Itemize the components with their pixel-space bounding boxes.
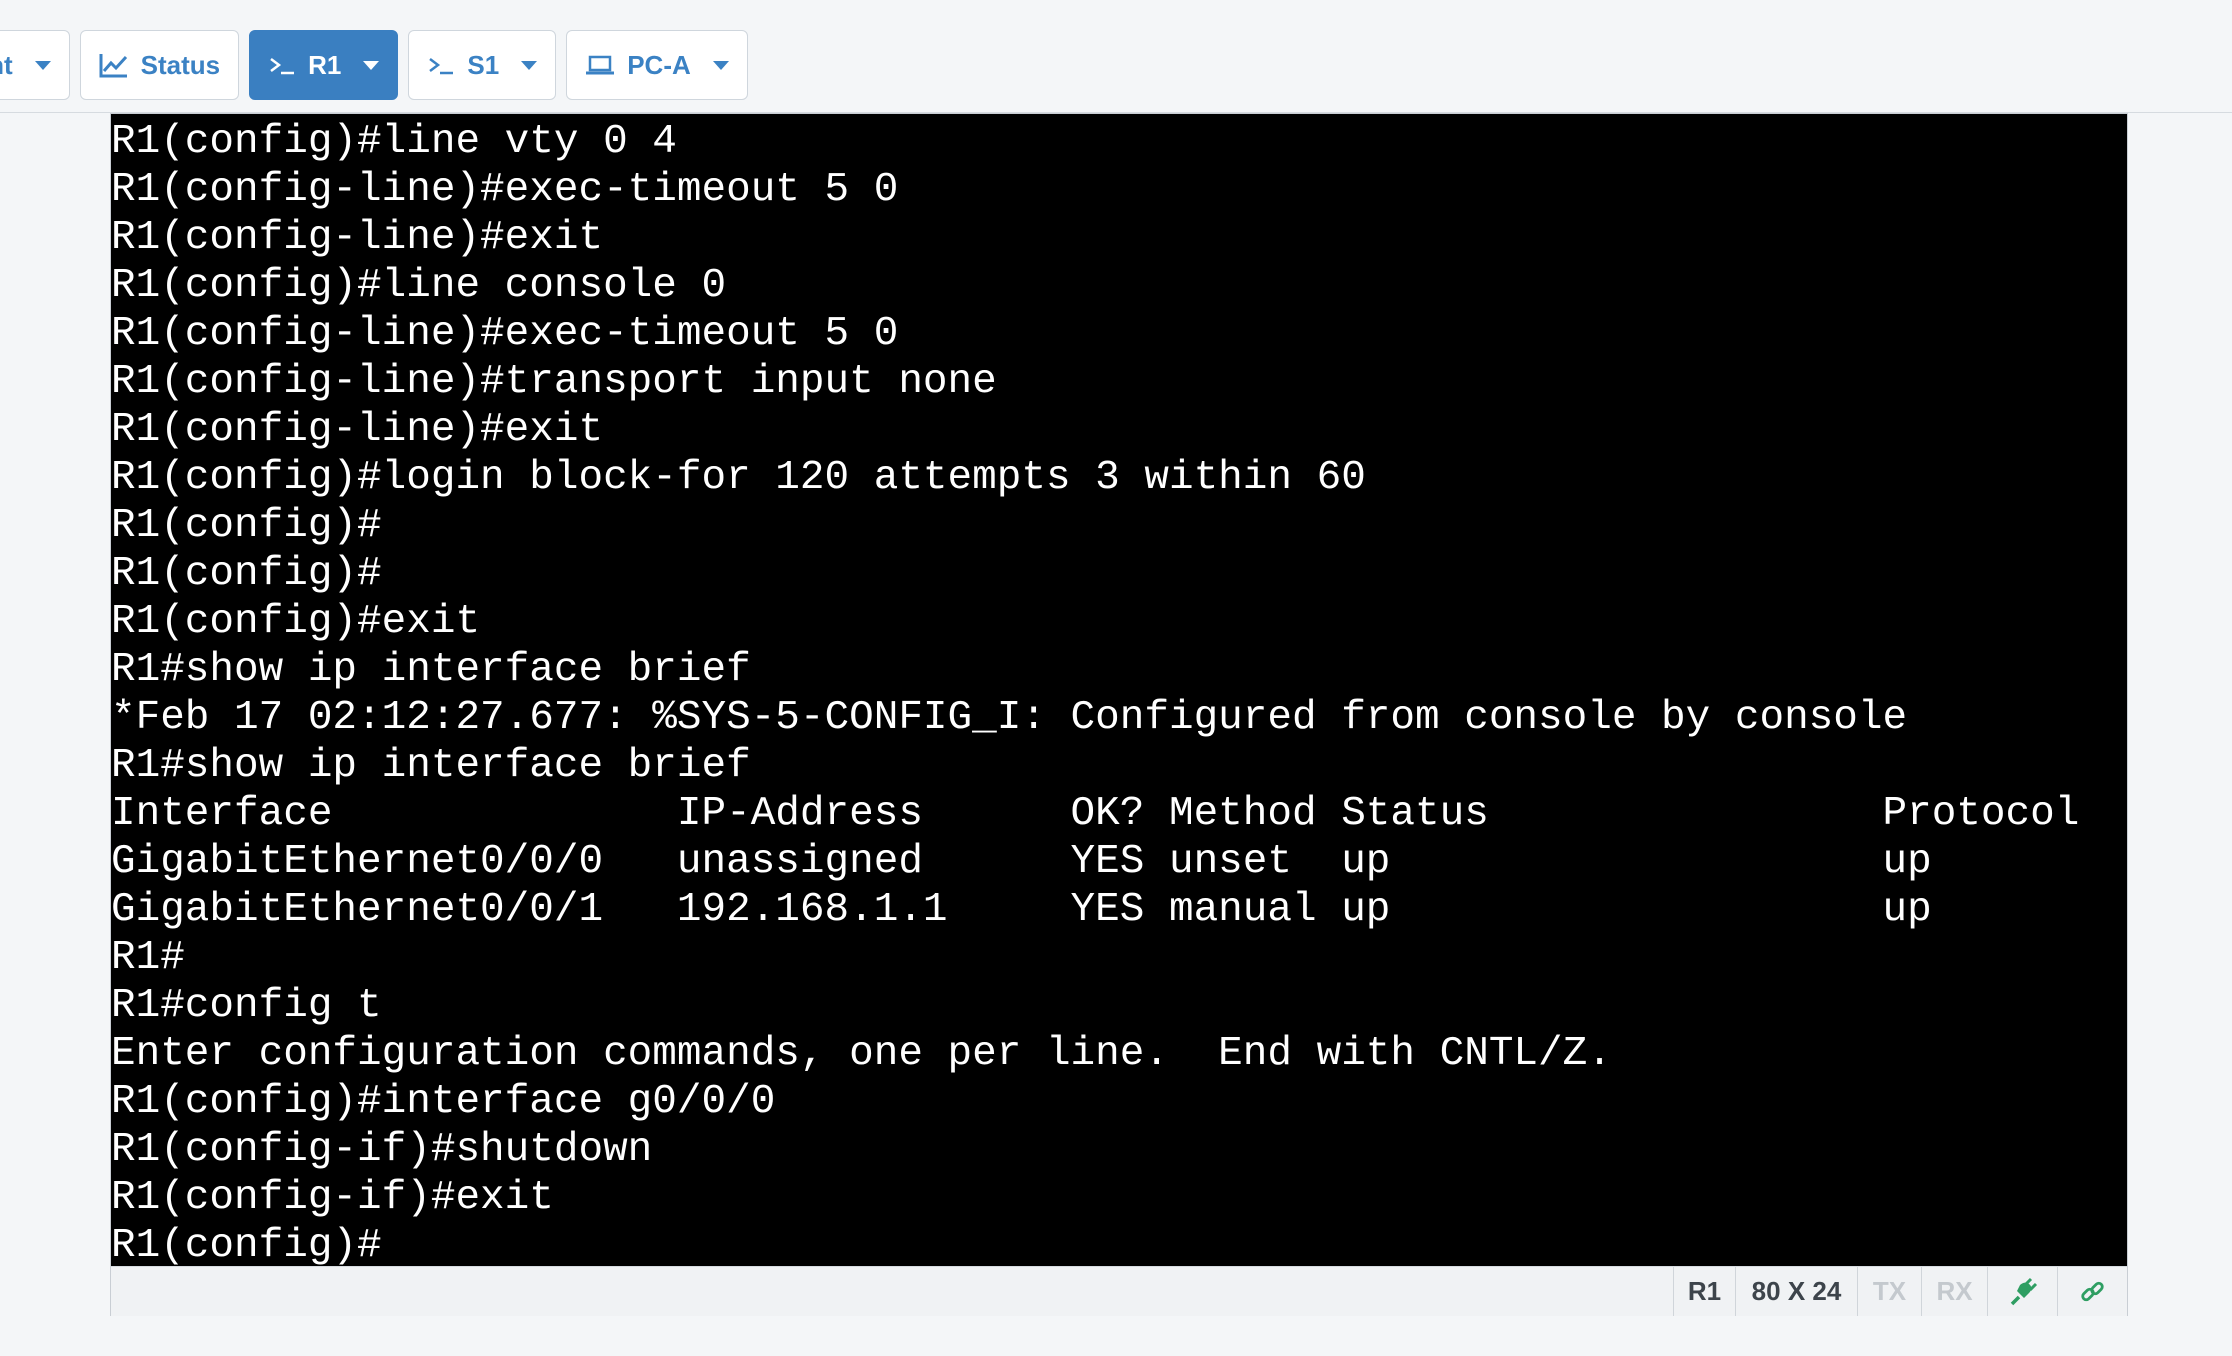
terminal-line: GigabitEthernet0/0/0 unassigned YES unse…	[111, 839, 1932, 885]
chevron-down-icon[interactable]	[363, 60, 380, 70]
plug-icon[interactable]	[1987, 1267, 2057, 1316]
terminal-line: R1(config)#	[111, 1223, 382, 1266]
terminal-status-bar: R1 80 X 24 TX RX	[111, 1266, 2127, 1316]
terminal-line: R1(config)#	[111, 503, 382, 549]
terminal-line: R1(config-line)#transport input none	[111, 359, 997, 405]
device-name-indicator: R1	[1673, 1267, 1735, 1316]
terminal-line: R1(config-line)#exit	[111, 215, 604, 261]
terminal-line: R1(config-if)#exit	[111, 1175, 554, 1221]
terminal-line: R1(config-line)#exec-timeout 5 0	[111, 167, 899, 213]
tab-label: S1	[467, 49, 500, 80]
terminal-console[interactable]: R1(config)#line vty 0 4 R1(config-line)#e…	[111, 114, 2127, 1266]
terminal-line: R1(config)#exit	[111, 599, 481, 645]
status-cells: R1 80 X 24 TX RX	[1673, 1267, 2127, 1316]
terminal-line: GigabitEthernet0/0/1 192.168.1.1 YES man…	[111, 887, 1932, 933]
terminal-icon	[427, 54, 455, 76]
terminal-line: R1#config t	[111, 983, 382, 1029]
terminal-size-indicator: 80 X 24	[1735, 1267, 1857, 1316]
terminal-output: R1(config)#line vty 0 4 R1(config-line)#e…	[111, 114, 2127, 1266]
link-icon[interactable]	[2057, 1267, 2127, 1316]
terminal-icon	[268, 54, 296, 76]
tab-list: tent Status R1	[0, 30, 748, 100]
terminal-line: R1(config)#	[111, 551, 382, 597]
terminal-line: R1(config)#login block-for 120 attempts …	[111, 455, 1366, 501]
device-tab-bar: tent Status R1	[0, 0, 2232, 113]
chevron-down-icon[interactable]	[521, 60, 538, 70]
tab-label: PC-A	[627, 49, 691, 80]
tab-r1[interactable]: R1	[249, 30, 399, 100]
terminal-line: *Feb 17 02:12:27.677: %SYS-5-CONFIG_I: C…	[111, 695, 1908, 741]
tab-content[interactable]: tent	[0, 30, 70, 100]
tx-indicator: TX	[1857, 1267, 1921, 1316]
terminal-line: R1(config-if)#shutdown	[111, 1127, 653, 1173]
terminal-line: R1(config)#line console 0	[111, 263, 727, 309]
terminal-line: Interface IP-Address OK? Method Status P…	[111, 791, 2080, 837]
tab-label: Status	[140, 49, 221, 80]
terminal-line: Enter configuration commands, one per li…	[111, 1031, 1612, 1077]
terminal-line: R1#	[111, 935, 185, 981]
tab-s1[interactable]: S1	[408, 30, 557, 100]
laptop-icon	[585, 54, 615, 76]
terminal-line: R1#show ip interface brief	[111, 743, 751, 789]
tab-label: R1	[308, 49, 342, 80]
rx-indicator: RX	[1921, 1267, 1987, 1316]
chevron-down-icon[interactable]	[34, 60, 51, 70]
terminal-panel: R1(config)#line vty 0 4 R1(config-line)#e…	[110, 113, 2128, 1316]
terminal-line: R1(config)#interface g0/0/0	[111, 1079, 776, 1125]
terminal-line: R1(config)#line vty 0 4	[111, 119, 677, 165]
terminal-line: R1(config-line)#exec-timeout 5 0	[111, 311, 899, 357]
tab-pc-a[interactable]: PC-A	[566, 30, 748, 100]
chart-line-icon	[99, 52, 129, 78]
terminal-line: R1(config-line)#exit	[111, 407, 604, 453]
tab-label: tent	[0, 49, 13, 80]
terminal-line: R1#show ip interface brief	[111, 647, 751, 693]
tab-status[interactable]: Status	[79, 30, 240, 100]
chevron-down-icon[interactable]	[712, 60, 729, 70]
